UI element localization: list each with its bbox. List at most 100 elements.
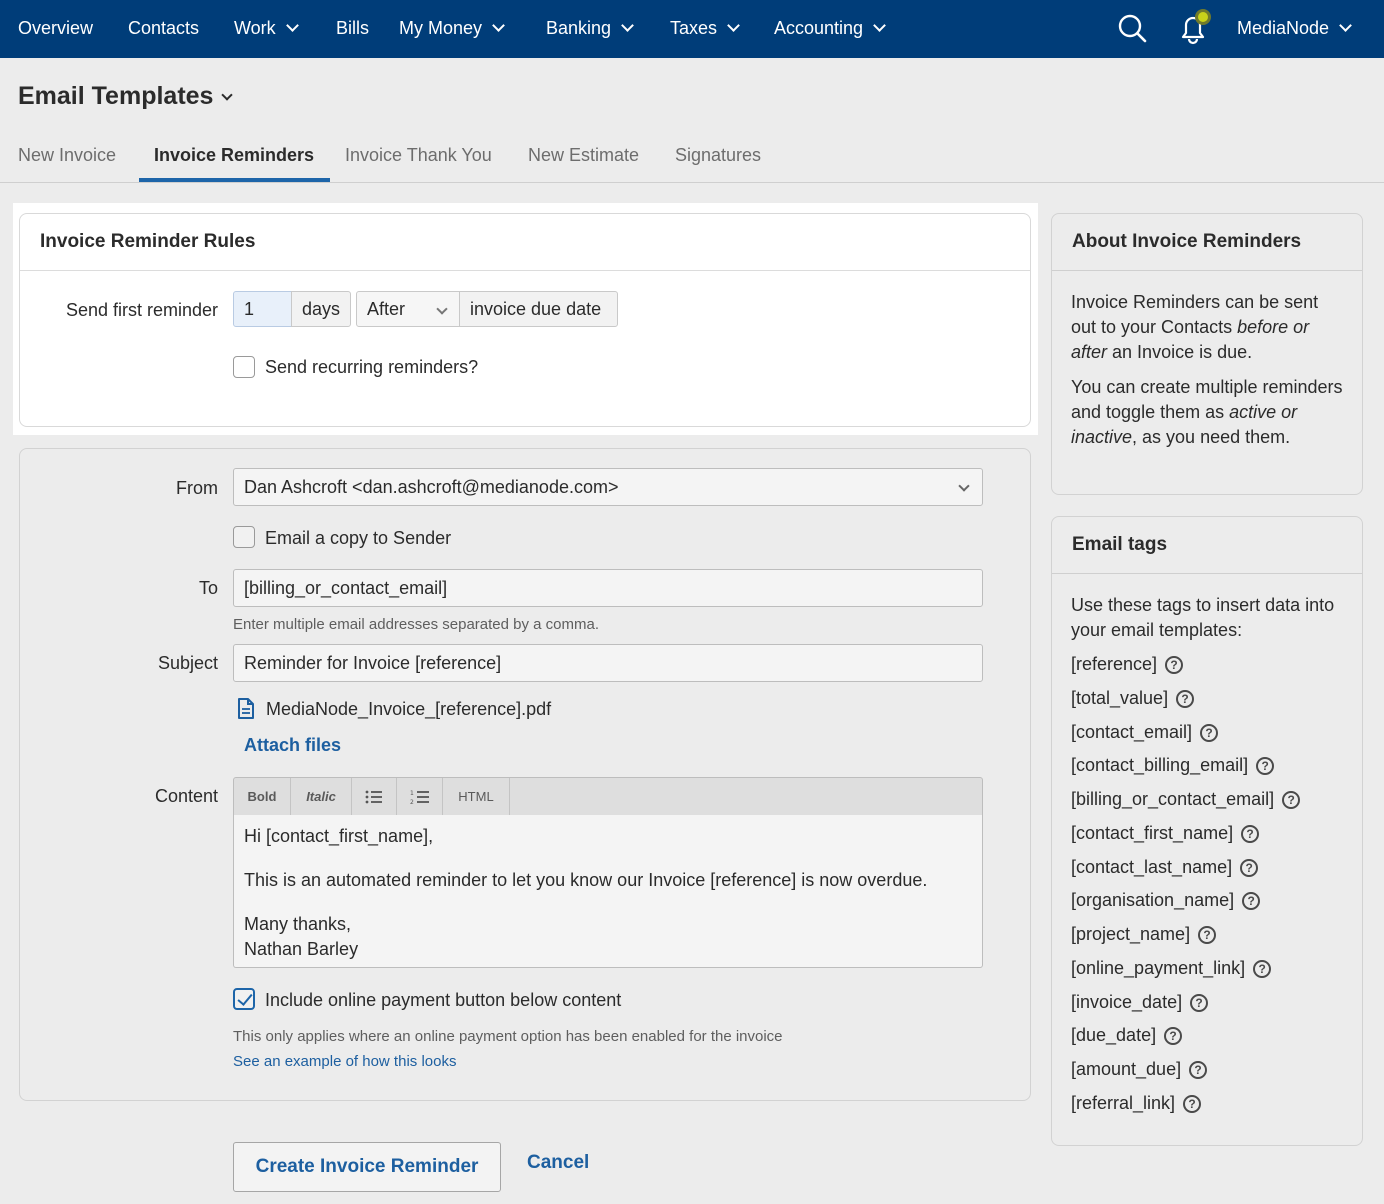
- bold-button[interactable]: Bold: [234, 778, 291, 815]
- about-paragraph-1: Invoice Reminders can be sent out to you…: [1071, 292, 1319, 362]
- tag-item: [contact_first_name]?: [1071, 823, 1260, 844]
- nav-overview[interactable]: Overview: [18, 0, 93, 58]
- to-label: To: [198, 578, 218, 598]
- attach-files-link[interactable]: Attach files: [244, 735, 341, 756]
- chevron-down-icon: [492, 19, 505, 32]
- nav-taxes[interactable]: Taxes: [670, 0, 740, 58]
- active-tab-indicator: [139, 178, 330, 182]
- svg-text:2: 2: [410, 799, 414, 805]
- tag-item: [reference]?: [1071, 654, 1184, 675]
- payment-hint: This only applies where an online paymen…: [233, 1028, 783, 1045]
- html-button[interactable]: HTML: [443, 778, 510, 815]
- days-input[interactable]: 1: [233, 291, 292, 327]
- help-icon[interactable]: ?: [1282, 790, 1301, 809]
- create-reminder-button[interactable]: Create Invoice Reminder: [233, 1142, 501, 1192]
- help-icon[interactable]: ?: [1200, 723, 1219, 742]
- tag-item: [due_date]?: [1071, 1025, 1183, 1046]
- nav-contacts[interactable]: Contacts: [128, 0, 199, 58]
- email-tags-intro: Use these tags to insert data into your …: [1071, 595, 1335, 640]
- chevron-down-icon: [1339, 19, 1352, 32]
- tag-item: [billing_or_contact_email]?: [1071, 789, 1301, 810]
- bullet-list-button[interactable]: [352, 778, 397, 815]
- search-icon[interactable]: [1115, 10, 1151, 46]
- italic-button[interactable]: Italic: [291, 778, 352, 815]
- tag-item: [organisation_name]?: [1071, 890, 1261, 911]
- tag-item: [amount_due]?: [1071, 1059, 1208, 1080]
- due-date-addon: invoice due date: [459, 291, 618, 327]
- about-title: About Invoice Reminders: [1052, 214, 1362, 271]
- tag-item: [project_name]?: [1071, 924, 1217, 945]
- content-name: Nathan Barley: [244, 939, 359, 959]
- to-field[interactable]: [billing_or_contact_email]: [233, 569, 983, 607]
- tab-new-invoice[interactable]: New Invoice: [18, 145, 116, 166]
- nav-banking[interactable]: Banking: [546, 0, 634, 58]
- notification-bell-icon[interactable]: [1174, 4, 1216, 46]
- tab-invoice-reminders[interactable]: Invoice Reminders: [154, 145, 314, 166]
- recurring-reminders-checkbox[interactable]: [233, 356, 255, 378]
- help-icon[interactable]: ?: [1242, 891, 1261, 910]
- email-copy-label: Email a copy to Sender: [265, 528, 452, 548]
- payment-button-checkbox[interactable]: [233, 988, 255, 1010]
- editor-toolbar: Bold Italic 12 HTML: [233, 777, 983, 816]
- content-body: This is an automated reminder to let you…: [244, 870, 928, 890]
- nav-accounting[interactable]: Accounting: [774, 0, 886, 58]
- about-paragraph-2: You can create multiple reminders and to…: [1071, 377, 1343, 447]
- help-icon[interactable]: ?: [1189, 1060, 1208, 1079]
- subject-field[interactable]: Reminder for Invoice [reference]: [233, 644, 983, 682]
- help-icon[interactable]: ?: [1256, 756, 1275, 775]
- example-link[interactable]: See an example of how this looks: [233, 1053, 456, 1070]
- help-icon[interactable]: ?: [1176, 689, 1195, 708]
- send-first-reminder-label: Send first reminder: [65, 300, 218, 320]
- numbered-list-icon: 12: [410, 790, 429, 805]
- chevron-down-icon: [436, 303, 448, 315]
- payment-button-label: Include online payment button below cont…: [265, 990, 622, 1010]
- help-icon[interactable]: ?: [1164, 1026, 1183, 1045]
- tab-new-estimate[interactable]: New Estimate: [528, 145, 639, 166]
- chevron-down-icon: [958, 480, 970, 492]
- content-greeting: Hi [contact_first_name],: [244, 826, 434, 846]
- subject-label: Subject: [157, 653, 218, 673]
- content-signoff: Many thanks,: [244, 914, 352, 934]
- help-icon[interactable]: ?: [1198, 925, 1217, 944]
- bullet-list-icon: [365, 790, 382, 803]
- chevron-down-icon: [727, 19, 740, 32]
- help-icon[interactable]: ?: [1183, 1094, 1202, 1113]
- tag-item: [referral_link]?: [1071, 1093, 1202, 1114]
- days-unit-addon: days: [291, 291, 351, 327]
- card-title: Invoice Reminder Rules: [20, 214, 1030, 271]
- from-label: From: [176, 478, 218, 498]
- document-icon: [237, 698, 255, 725]
- content-label: Content: [154, 786, 218, 806]
- tag-item: [contact_last_name]?: [1071, 857, 1259, 878]
- help-icon[interactable]: ?: [1240, 858, 1259, 877]
- help-icon[interactable]: ?: [1165, 655, 1184, 674]
- numbered-list-button[interactable]: 12: [397, 778, 443, 815]
- tag-item: [contact_billing_email]?: [1071, 755, 1275, 776]
- content-editor[interactable]: Hi [contact_first_name], This is an auto…: [233, 815, 983, 968]
- nav-bills[interactable]: Bills: [336, 0, 369, 58]
- cancel-button[interactable]: Cancel: [527, 1152, 589, 1174]
- chevron-down-icon: [621, 19, 634, 32]
- email-tags-title: Email tags: [1052, 517, 1362, 574]
- tag-item: [invoice_date]?: [1071, 992, 1209, 1013]
- chevron-down-icon: [873, 19, 886, 32]
- account-menu[interactable]: MediaNode: [1237, 0, 1352, 58]
- tab-invoice-thank-you[interactable]: Invoice Thank You: [345, 145, 492, 166]
- nav-work[interactable]: Work: [234, 0, 299, 58]
- tag-item: [total_value]?: [1071, 688, 1195, 709]
- tag-item: [contact_email]?: [1071, 722, 1219, 743]
- chevron-down-icon: [221, 89, 234, 101]
- svg-text:1: 1: [410, 790, 414, 797]
- help-icon[interactable]: ?: [1190, 993, 1209, 1012]
- help-icon[interactable]: ?: [1253, 959, 1272, 978]
- email-copy-checkbox[interactable]: [233, 526, 255, 548]
- timing-select[interactable]: After: [356, 291, 461, 327]
- help-icon[interactable]: ?: [1241, 824, 1260, 843]
- attachment-filename[interactable]: MediaNode_Invoice_[reference].pdf: [266, 699, 551, 720]
- nav-my-money[interactable]: My Money: [399, 0, 505, 58]
- from-select[interactable]: Dan Ashcroft <dan.ashcroft@medianode.com…: [233, 468, 983, 506]
- tab-signatures[interactable]: Signatures: [675, 145, 761, 166]
- to-hint: Enter multiple email addresses separated…: [233, 616, 600, 633]
- page-title[interactable]: Email Templates: [18, 82, 234, 111]
- chevron-down-icon: [285, 19, 299, 32]
